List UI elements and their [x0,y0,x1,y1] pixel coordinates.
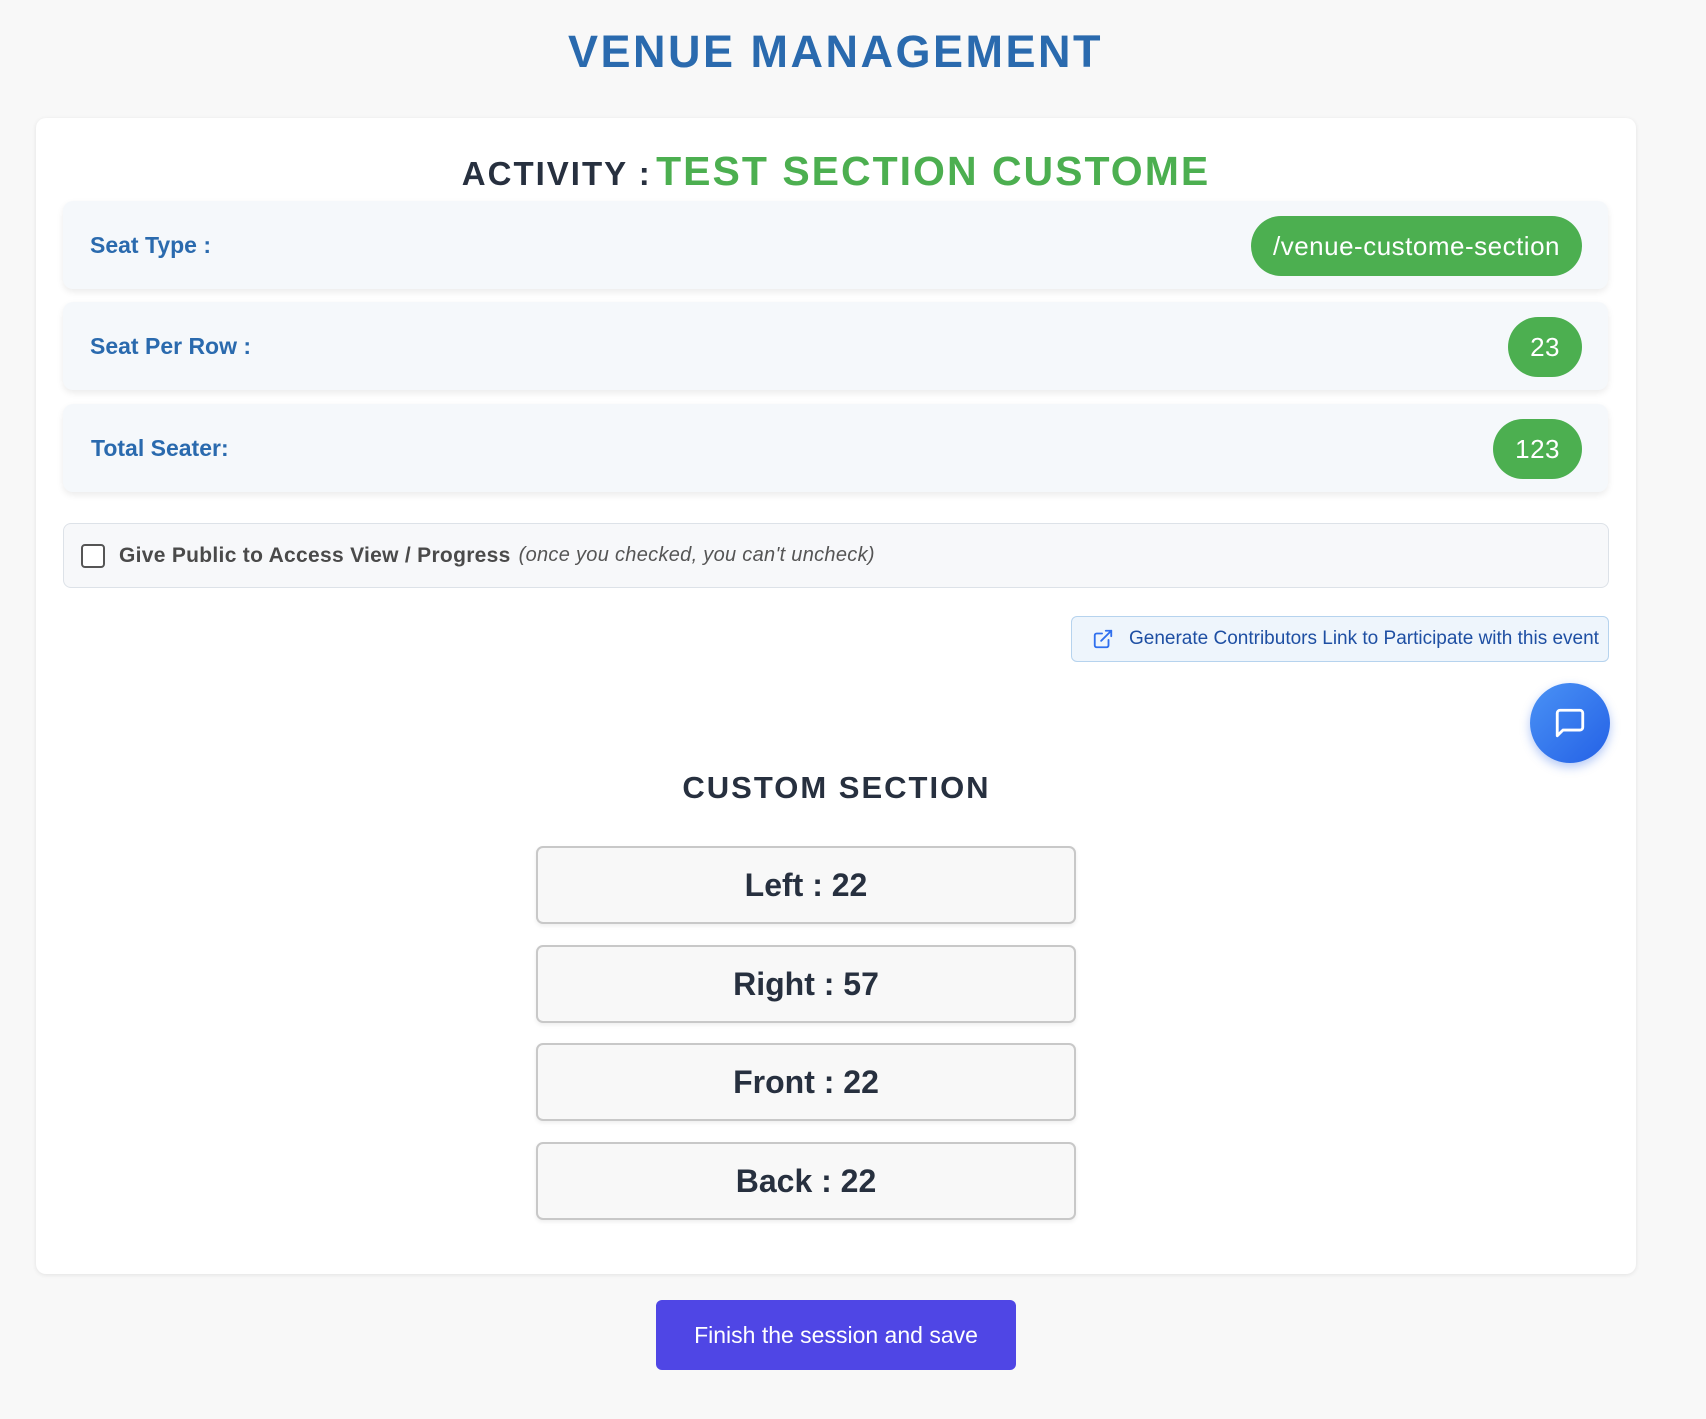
section-back: Back : 22 [536,1142,1076,1220]
finish-session-button[interactable]: Finish the session and save [656,1300,1016,1370]
seat-per-row-badge: 23 [1508,317,1582,377]
public-access-checkbox[interactable] [81,543,105,568]
external-link-icon [1093,629,1113,649]
chat-button[interactable] [1530,683,1610,763]
chat-bubble-icon [1555,708,1585,738]
seat-per-row-label: Seat Per Row : [90,333,252,359]
seat-type-label: Seat Type : [90,232,211,258]
activity-name: TEST SECTION CUSTOME [656,148,1211,194]
seat-type-badge: /venue-custome-section [1250,216,1582,276]
seat-per-row-row: Seat Per Row : 23 [63,302,1608,390]
public-access-option: Give Public to Access View / Progress (o… [63,523,1609,588]
generate-contributors-link-button[interactable]: Generate Contributors Link to Participat… [1071,616,1609,662]
total-seater-label: Total Seater: [91,435,229,461]
custom-section-title: CUSTOM SECTION [682,770,991,805]
activity-heading: ACTIVITY : TEST SECTION CUSTOME [36,148,1636,195]
seat-type-row: Seat Type : /venue-custome-section [63,201,1608,289]
section-right: Right : 57 [536,945,1076,1023]
total-seater-row: Total Seater: 123 [63,404,1608,492]
total-seater-badge: 123 [1493,419,1582,479]
generate-contributors-link-label: Generate Contributors Link to Participat… [1129,628,1599,649]
public-access-note: (once you checked, you can't uncheck) [518,544,875,566]
section-front: Front : 22 [536,1043,1076,1121]
activity-prefix: ACTIVITY : [461,155,652,192]
public-access-label[interactable]: Give Public to Access View / Progress [119,544,511,568]
page-title: VENUE MANAGEMENT [567,26,1104,77]
venue-card: ACTIVITY : TEST SECTION CUSTOME Seat Typ… [36,118,1636,1274]
section-left: Left : 22 [536,846,1076,924]
